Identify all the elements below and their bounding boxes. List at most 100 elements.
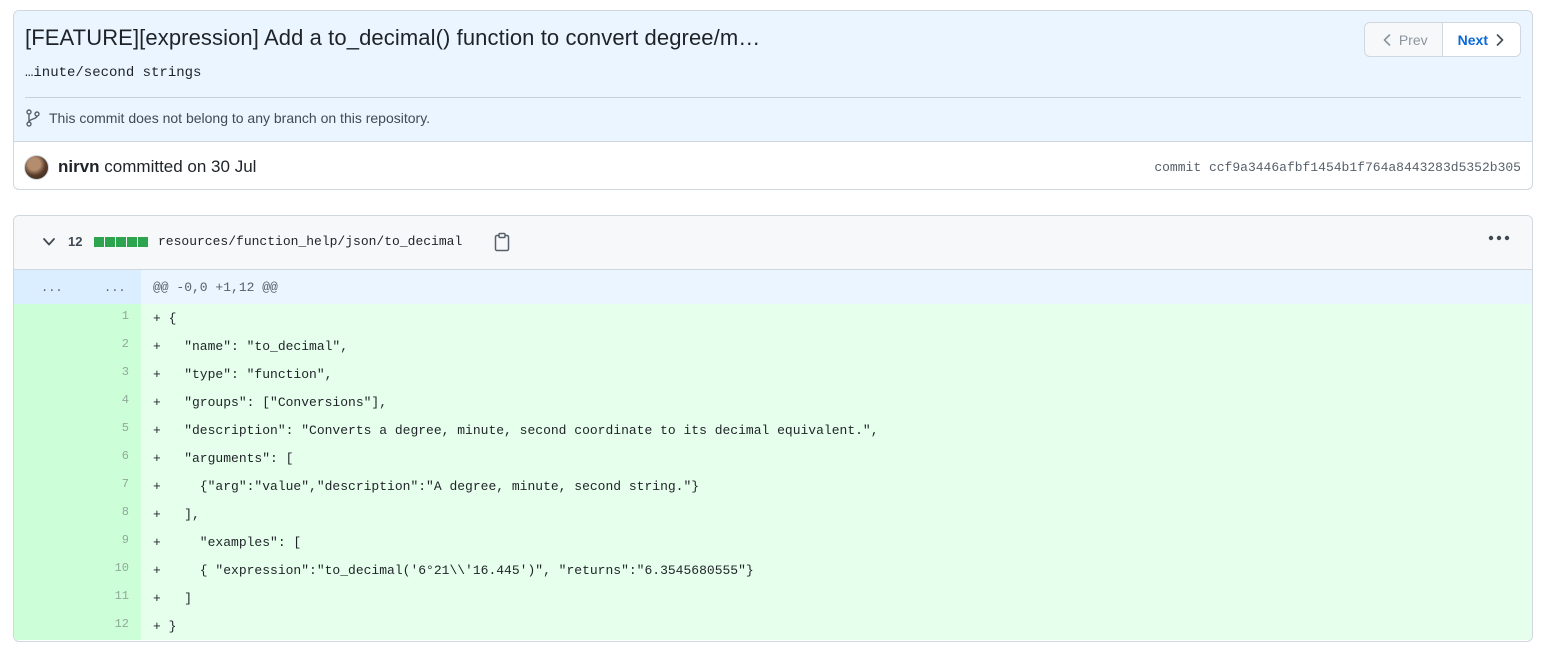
code-line: + {"arg":"value","description":"A degree… (153, 479, 700, 494)
line-number: 7 (121, 477, 129, 491)
line-number: 9 (121, 533, 129, 547)
committed-date: committed on 30 Jul (104, 157, 257, 176)
diff-line: 7 + {"arg":"value","description":"A degre… (14, 472, 1532, 500)
divider (25, 97, 1521, 98)
diff-line: 4 + "groups": ["Conversions"], (14, 388, 1532, 416)
chevron-left-icon (1383, 33, 1391, 46)
chevron-right-icon (1496, 33, 1504, 46)
copy-icon[interactable] (494, 232, 510, 252)
code-line: + "type": "function", (153, 367, 333, 382)
chevron-down-icon[interactable] (42, 237, 56, 247)
diffstat-bar (94, 237, 148, 247)
new-line-number-gutter[interactable]: 6 (78, 444, 141, 472)
diff-line: 2 + "name": "to_decimal", (14, 332, 1532, 360)
new-line-number-gutter[interactable]: 11 (78, 584, 141, 612)
old-line-number-gutter[interactable] (14, 444, 78, 472)
diffstat-block (105, 237, 115, 247)
old-line-number-gutter[interactable] (14, 500, 78, 528)
line-number: 2 (121, 337, 129, 351)
commit-sha[interactable]: ccf9a3446afbf1454b1f764a8443283d5352b305 (1209, 160, 1521, 175)
old-line-number-gutter[interactable] (14, 332, 78, 360)
old-line-number-gutter[interactable] (14, 388, 78, 416)
code-line: + ] (153, 591, 193, 606)
code-line: + { "expression":"to_decimal('6°21\\'16.… (153, 563, 754, 578)
code-line: + "arguments": [ (153, 451, 294, 466)
new-line-number-gutter[interactable]: 10 (78, 556, 141, 584)
line-number: 11 (114, 589, 129, 603)
diff-line: 5 + "description": "Converts a degree, mi… (14, 416, 1532, 444)
new-line-number-gutter[interactable]: 1 (78, 304, 141, 332)
code-line: + "name": "to_decimal", (153, 339, 349, 354)
new-line-number-gutter[interactable]: 9 (78, 528, 141, 556)
code-line: + ], (153, 507, 200, 522)
code-line: + "description": "Converts a degree, min… (153, 423, 879, 438)
code-line: + { (153, 311, 177, 326)
commit-summary-panel: [FEATURE][expression] Add a to_decimal()… (14, 11, 1532, 142)
new-line-number-gutter[interactable]: 8 (78, 500, 141, 528)
old-line-number-gutter[interactable] (14, 472, 78, 500)
prev-label: Prev (1398, 31, 1428, 48)
new-line-number-gutter[interactable]: 7 (78, 472, 141, 500)
branch-warning-text: This commit does not belong to any branc… (49, 110, 431, 126)
line-number: 3 (121, 365, 129, 379)
diff-line: 8 + ], (14, 500, 1532, 528)
old-line-number-gutter[interactable] (14, 528, 78, 556)
diff-line: 11 + ] (14, 584, 1532, 612)
file-path[interactable]: resources/function_help/json/to_decimal (158, 234, 462, 249)
new-line-number-gutter[interactable]: 3 (78, 360, 141, 388)
hunk-header-row: ... ... @@ -0,0 +1,12 @@ (14, 270, 1532, 304)
branch-warning: This commit does not belong to any branc… (25, 109, 430, 127)
diffstat-block (116, 237, 126, 247)
code-line: + "examples": [ (153, 535, 302, 550)
new-line-number-gutter[interactable]: 2 (78, 332, 141, 360)
change-count: 12 (68, 234, 83, 249)
new-line-number-gutter[interactable]: 12 (78, 612, 141, 640)
diff-lines: 1 + { 2 + "name": "to_decimal", 3 + "type": "… (14, 304, 1532, 640)
diff-line: 1 + { (14, 304, 1532, 332)
diffstat-block (138, 237, 148, 247)
diff-line: 6 + "arguments": [ (14, 444, 1532, 472)
new-line-number-gutter[interactable]: 5 (78, 416, 141, 444)
line-number: 5 (121, 421, 129, 435)
next-button[interactable]: Next (1442, 23, 1520, 56)
file-diff: 12 resources/function_help/json/to_decim… (13, 215, 1533, 642)
code-line: + } (153, 619, 177, 634)
code-line: + "groups": ["Conversions"], (153, 395, 388, 410)
diff-line: 12 + } (14, 612, 1532, 640)
diff-line: 3 + "type": "function", (14, 360, 1532, 388)
prev-button[interactable]: Prev (1364, 23, 1443, 56)
old-line-number-gutter[interactable] (14, 584, 78, 612)
author-link[interactable]: nirvn (58, 157, 100, 176)
line-number: 8 (121, 505, 129, 519)
avatar[interactable] (24, 154, 49, 180)
next-label: Next (1457, 31, 1488, 48)
diff-line: 10 + { "expression":"to_decimal('6°21\\'1… (14, 556, 1532, 584)
old-line-number-gutter[interactable] (14, 360, 78, 388)
commit-sha-row: commit ccf9a3446afbf1454b1f764a8443283d5… (1154, 160, 1521, 175)
new-line-number-gutter[interactable]: 4 (78, 388, 141, 416)
author-row: nirvn committed on 30 Jul (24, 153, 256, 181)
diffstat-block (94, 237, 104, 247)
hunk-expand-gutter[interactable]: ... ... (14, 270, 141, 304)
old-line-number-gutter[interactable] (14, 304, 78, 332)
kebab-menu-icon[interactable] (1488, 235, 1510, 241)
old-line-number-gutter[interactable] (14, 612, 78, 640)
commit-navigation: Prev Next (1363, 22, 1521, 57)
commit-description: …inute/second strings (25, 65, 202, 81)
line-number: 6 (121, 449, 129, 463)
hunk-old-marker: ... (41, 281, 63, 295)
commit-header: [FEATURE][expression] Add a to_decimal()… (13, 10, 1533, 190)
line-number: 1 (121, 309, 129, 323)
line-number: 4 (121, 393, 129, 407)
old-line-number-gutter[interactable] (14, 416, 78, 444)
hunk-new-marker: ... (104, 281, 126, 295)
commit-title: [FEATURE][expression] Add a to_decimal()… (25, 25, 761, 50)
file-header: 12 resources/function_help/json/to_decim… (14, 216, 1532, 270)
line-number: 12 (114, 617, 129, 631)
commit-sha-label: commit (1154, 160, 1202, 175)
git-branch-icon (26, 109, 40, 127)
hunk-header: @@ -0,0 +1,12 @@ (153, 280, 278, 295)
diff-line: 9 + "examples": [ (14, 528, 1532, 556)
diffstat-block (127, 237, 137, 247)
old-line-number-gutter[interactable] (14, 556, 78, 584)
